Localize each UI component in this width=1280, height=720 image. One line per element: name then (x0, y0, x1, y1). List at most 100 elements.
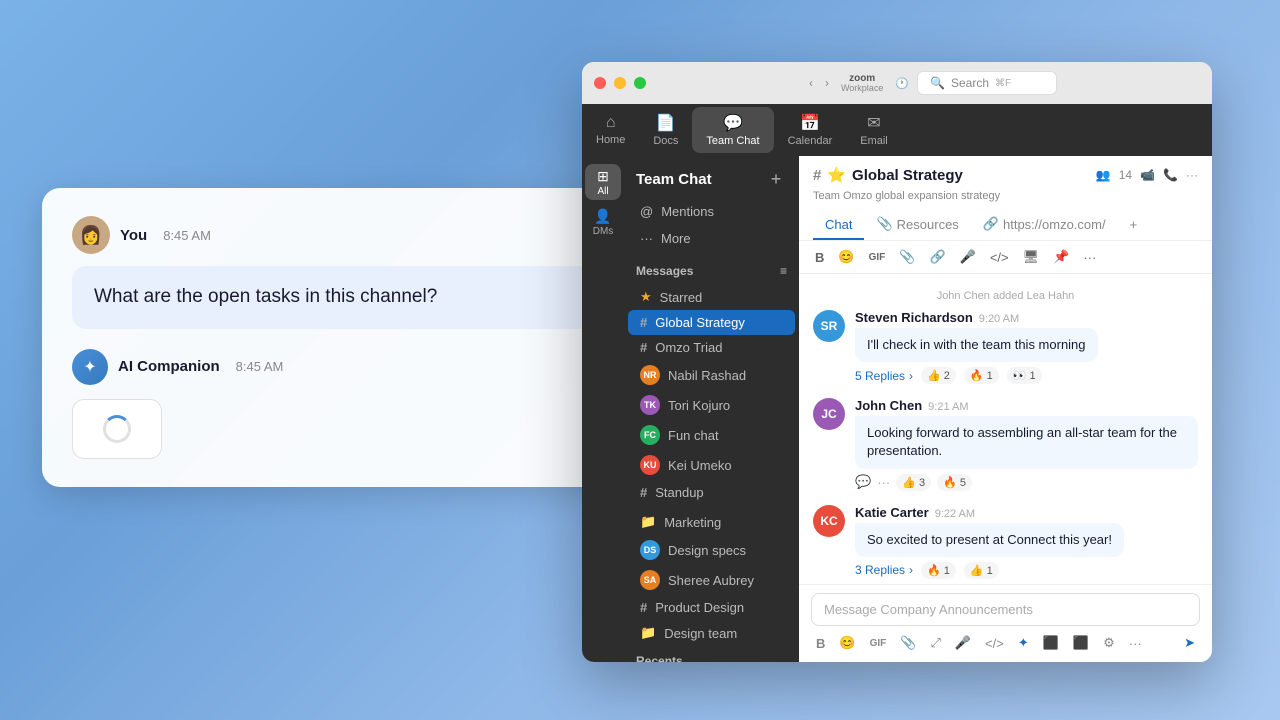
mic-btn[interactable]: 🎤 (956, 247, 980, 267)
steven-reaction-1[interactable]: 👍 2 (921, 367, 956, 384)
channel-item-design-specs[interactable]: DS Design specs (628, 535, 795, 565)
john-more-icon[interactable]: ··· (877, 475, 890, 490)
katie-reaction-2[interactable]: 👍 1 (964, 562, 999, 579)
channel-item-fun[interactable]: FC Fun chat (628, 420, 795, 450)
input-extra2-btn[interactable]: ⬛ (1068, 632, 1094, 654)
channel-item-starred[interactable]: ★ Starred (628, 284, 795, 310)
input-emoji-btn[interactable]: 😊 (834, 632, 860, 654)
nav-docs[interactable]: 📄 Docs (639, 107, 692, 153)
marketing-label: Marketing (664, 515, 721, 530)
code-btn[interactable]: </> (986, 248, 1013, 267)
input-gif-btn[interactable]: GIF (865, 635, 892, 652)
input-bold-btn[interactable]: B (811, 633, 830, 654)
add-tab-button[interactable]: + (1118, 211, 1150, 240)
john-comment-icon[interactable]: 💬 (855, 474, 871, 490)
more-item[interactable]: ··· More (628, 225, 795, 252)
input-attach-btn[interactable]: 📎 (895, 632, 921, 654)
channel-star: ⭐ (827, 166, 846, 184)
more-options-icon[interactable]: ··· (1186, 168, 1198, 182)
john-reaction-1[interactable]: 👍 3 (896, 474, 931, 491)
video-icon[interactable]: 📹 (1140, 168, 1155, 182)
fun-label: Fun chat (668, 428, 719, 443)
channel-item-omzo-triad[interactable]: # Omzo Triad (628, 335, 795, 360)
katie-header: Katie Carter 9:22 AM (855, 505, 1198, 520)
katie-replies[interactable]: 3 Replies › (855, 563, 913, 577)
product-design-label: Product Design (655, 600, 744, 615)
nav-home-label: Home (596, 134, 625, 146)
design-specs-label: Design specs (668, 543, 746, 558)
maximize-button[interactable] (634, 77, 646, 89)
search-bar[interactable]: 🔍 Search ⌘F (917, 71, 1057, 95)
input-extra1-btn[interactable]: ⬛ (1038, 632, 1064, 654)
add-channel-button[interactable]: + (765, 168, 787, 190)
steven-header: Steven Richardson 9:20 AM (855, 310, 1198, 325)
channel-item-design-team[interactable]: 📁 Design team (628, 620, 795, 646)
nav-calendar[interactable]: 📅 Calendar (774, 107, 847, 153)
channel-item-product-design[interactable]: # Product Design (628, 595, 795, 620)
katie-replies-count: 3 Replies (855, 563, 905, 577)
tab-resources[interactable]: 📎 Resources (864, 210, 970, 240)
input-ai-btn[interactable]: ✦ (1013, 632, 1034, 654)
john-reaction-2[interactable]: 🔥 5 (937, 474, 972, 491)
katie-reaction-1[interactable]: 🔥 1 (921, 562, 956, 579)
ai-companion-row: ✦ AI Companion 8:45 AM (72, 349, 592, 385)
design-specs-avatar: DS (640, 540, 660, 560)
close-button[interactable] (594, 77, 606, 89)
input-settings-btn[interactable]: ⚙ (1098, 632, 1120, 654)
message-group-3: KC Katie Carter 9:22 AM So excited to pr… (813, 505, 1198, 579)
input-send-btn[interactable]: ➤ (1179, 632, 1200, 654)
message-input-placeholder[interactable]: Message Company Announcements (811, 593, 1200, 626)
pin-btn[interactable]: 📌 (1049, 247, 1073, 267)
channel-hash-prefix: # (813, 167, 821, 184)
sort-icon[interactable]: ≡ (780, 264, 787, 278)
input-mic-btn[interactable]: 🎤 (950, 632, 976, 654)
gif-btn[interactable]: GIF (865, 250, 890, 265)
nav-email[interactable]: ✉ Email (846, 107, 902, 153)
nav-team-chat[interactable]: 💬 Team Chat (692, 107, 773, 153)
chat-header: # ⭐ Global Strategy 👥 14 📹 📞 ··· Team Om… (799, 156, 1212, 241)
global-strategy-label: Global Strategy (655, 315, 745, 330)
messages-area[interactable]: John Chen added Lea Hahn SR Steven Richa… (799, 274, 1212, 584)
more-toolbar-btn[interactable]: ··· (1079, 248, 1100, 267)
chat-tabs: Chat 📎 Resources 🔗 https://omzo.com/ + (813, 210, 1198, 240)
user-avatar: 👩 (72, 216, 110, 254)
steven-replies[interactable]: 5 Replies › (855, 369, 913, 383)
channel-list: Team Chat + @ Mentions ··· More Messages… (624, 156, 799, 662)
nav-home[interactable]: ⌂ Home (582, 108, 639, 152)
tab-chat[interactable]: Chat (813, 211, 864, 240)
bold-btn[interactable]: B (811, 248, 828, 267)
steven-reaction-3[interactable]: 👀 1 (1007, 367, 1042, 384)
nav-docs-label: Docs (653, 135, 678, 147)
steven-reaction-2[interactable]: 🔥 1 (964, 367, 999, 384)
link-btn[interactable]: 🔗 (925, 247, 949, 267)
sidebar-all[interactable]: ⊞ All (585, 164, 621, 200)
input-code-btn[interactable]: </> (980, 633, 1009, 654)
channel-item-nabil[interactable]: NR Nabil Rashad (628, 360, 795, 390)
search-placeholder: Search (951, 76, 989, 90)
channel-item-kei[interactable]: KU Kei Umeko (628, 450, 795, 480)
input-expand-btn[interactable]: ⤢ (925, 632, 945, 654)
back-arrow[interactable]: ‹ (805, 74, 817, 92)
nav-arrows: ‹ › (805, 74, 833, 92)
tab-link[interactable]: 🔗 https://omzo.com/ (971, 210, 1118, 240)
channel-item-marketing[interactable]: 📁 Marketing (628, 509, 795, 535)
katie-time: 9:22 AM (935, 508, 975, 520)
forward-arrow[interactable]: › (821, 74, 833, 92)
star-icon: ★ (640, 289, 652, 305)
mentions-item[interactable]: @ Mentions (628, 198, 795, 225)
phone-icon[interactable]: 📞 (1163, 168, 1178, 182)
attach-btn[interactable]: 📎 (895, 247, 919, 267)
emoji-btn[interactable]: 😊 (834, 247, 858, 267)
hash-icon-4: # (640, 600, 647, 615)
messages-section: Messages ≡ ★ Starred # Global Strategy #… (624, 252, 799, 509)
screen-btn[interactable]: 🖥 (1019, 247, 1044, 267)
nabil-label: Nabil Rashad (668, 368, 746, 383)
minimize-button[interactable] (614, 77, 626, 89)
channel-item-standup[interactable]: # Standup (628, 480, 795, 505)
channel-item-tori[interactable]: TK Tori Kojuro (628, 390, 795, 420)
sidebar-icons: ⊞ All 👤 DMs (582, 156, 624, 662)
input-more-btn[interactable]: ··· (1124, 633, 1147, 654)
channel-item-sheree[interactable]: SA Sheree Aubrey (628, 565, 795, 595)
sidebar-dms[interactable]: 👤 DMs (585, 204, 621, 240)
channel-item-global-strategy[interactable]: # Global Strategy (628, 310, 795, 335)
